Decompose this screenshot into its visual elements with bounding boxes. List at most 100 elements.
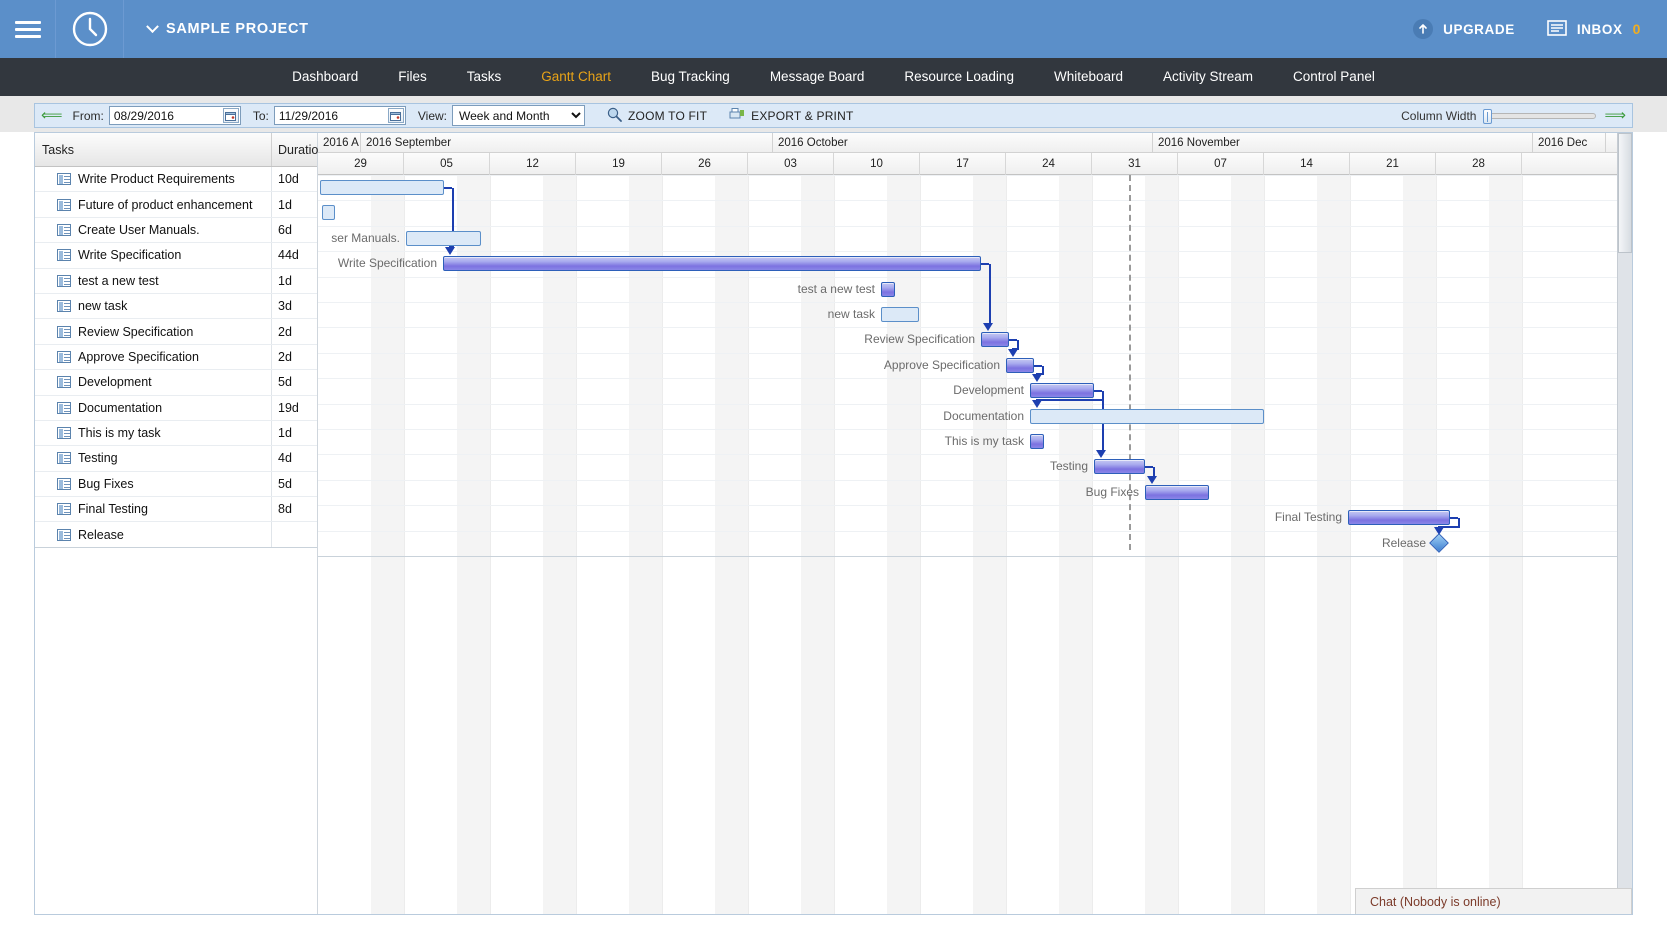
gantt-bar[interactable] [1030,434,1044,449]
timeline-column-band [371,175,404,914]
gantt-bar-label: test a new test [765,282,875,296]
timeline-week-cell: 26 [662,153,748,175]
timeline-week-header: 2905121926031017243107142128 [318,153,1632,175]
timeline-column-band [1059,175,1092,914]
task-document-icon [57,199,71,211]
gantt-bar-label: Approve Specification [855,358,1000,372]
timeline-column-line [1264,175,1265,914]
nav-item-gantt-chart[interactable]: Gantt Chart [521,58,631,96]
gantt-bar[interactable] [881,307,919,322]
menu-button[interactable] [0,0,56,58]
task-document-icon [57,224,71,236]
from-date-input[interactable] [109,106,241,125]
from-calendar-icon[interactable] [223,108,239,123]
column-header-tasks: Tasks [35,143,271,157]
to-calendar-icon[interactable] [388,108,404,123]
inbox-button[interactable]: INBOX 0 [1547,20,1641,39]
project-selector[interactable]: SAMPLE PROJECT [148,21,309,37]
to-date-input[interactable] [274,106,406,125]
timeline-month-cell: 2016 November [1153,133,1533,153]
vertical-scrollbar[interactable] [1617,133,1632,914]
nav-item-message-board[interactable]: Message Board [750,58,885,96]
nav-item-dashboard[interactable]: Dashboard [272,58,378,96]
nav-item-control-panel[interactable]: Control Panel [1273,58,1395,96]
task-name-label: Review Specification [78,325,193,339]
column-width-slider-handle[interactable] [1483,109,1492,124]
project-name: SAMPLE PROJECT [166,21,309,37]
table-row[interactable]: Documentation19d [35,396,317,421]
dependency-line [1094,390,1102,392]
view-select[interactable]: Week and MonthDay and WeekMonth and Year [452,105,585,126]
gantt-bar[interactable] [1030,383,1094,398]
chat-widget[interactable]: Chat (Nobody is online) [1355,888,1632,914]
gantt-bar[interactable] [1030,409,1264,424]
task-name-cell: Write Product Requirements [35,172,271,186]
timeline-week-cell: 21 [1350,153,1436,175]
task-document-icon [57,249,71,261]
task-name-label: Create User Manuals. [78,223,200,237]
back-arrow-icon[interactable]: ⟸ [41,108,63,123]
task-duration-cell: 8d [271,497,317,521]
gantt-row-separator [318,353,1632,354]
task-duration-cell: 2d [271,345,317,369]
task-document-icon [57,427,71,439]
nav-item-whiteboard[interactable]: Whiteboard [1034,58,1143,96]
nav-item-files[interactable]: Files [378,58,447,96]
gantt-bar[interactable] [320,180,444,195]
timeline-week-cell: 10 [834,153,920,175]
task-name-cell: Review Specification [35,325,271,339]
timeline-week-cell: 28 [1436,153,1522,175]
table-row[interactable]: test a new test1d [35,269,317,294]
nav-item-tasks[interactable]: Tasks [447,58,522,96]
timeline-week-cell: 31 [1092,153,1178,175]
inbox-icon [1547,20,1567,39]
table-row[interactable]: Write Product Requirements10d [35,167,317,192]
table-row[interactable]: Review Specification2d [35,319,317,344]
task-duration-cell: 3d [271,294,317,318]
table-row[interactable]: Write Specification44d [35,243,317,268]
table-row[interactable]: Final Testing8d [35,497,317,522]
task-document-icon [57,376,71,388]
gantt-bar[interactable] [406,231,481,246]
gantt-bar[interactable] [322,205,335,220]
gantt-bar[interactable] [1094,459,1145,474]
forward-arrow-icon[interactable]: ⟹ [1604,108,1626,123]
zoom-to-fit-button[interactable]: ZOOM TO FIT [607,107,707,125]
timeline-week-cell: 17 [920,153,1006,175]
table-row[interactable]: Approve Specification2d [35,345,317,370]
task-name-label: Future of product enhancement [78,198,252,212]
gantt-bar[interactable] [1145,485,1209,500]
column-width-slider[interactable] [1484,113,1596,119]
upgrade-arrow-icon [1413,19,1433,39]
nav-item-bug-tracking[interactable]: Bug Tracking [631,58,750,96]
export-print-button[interactable]: EXPORT & PRINT [729,107,853,124]
dependency-arrow-icon [1032,400,1042,408]
app-logo[interactable] [56,0,124,58]
task-document-icon [57,351,71,363]
task-document-icon [57,503,71,515]
table-row[interactable]: new task3d [35,294,317,319]
gantt-bar[interactable] [881,282,895,297]
gantt-main-panel: Tasks Duration Write Product Requirement… [34,132,1633,915]
gantt-bar[interactable] [443,256,981,271]
nav-item-activity-stream[interactable]: Activity Stream [1143,58,1273,96]
gantt-bar[interactable] [1348,510,1450,525]
scrollbar-thumb[interactable] [1618,133,1632,253]
table-row[interactable]: Development5d [35,370,317,395]
table-row[interactable]: Create User Manuals.6d [35,218,317,243]
gantt-rows-bottom-border [318,556,1632,557]
task-name-label: Testing [78,451,118,465]
upgrade-button[interactable]: UPGRADE [1413,19,1515,39]
table-row[interactable]: Bug Fixes5d [35,472,317,497]
gantt-bar[interactable] [981,332,1009,347]
table-row[interactable]: Testing4d [35,446,317,471]
table-row[interactable]: Future of product enhancement1d [35,192,317,217]
timeline-column-line [490,175,491,914]
export-print-label: EXPORT & PRINT [751,109,853,123]
gantt-row-separator [318,505,1632,506]
timeline-month-cell: 2016 September [361,133,773,153]
table-row[interactable]: Release [35,522,317,547]
nav-item-resource-loading[interactable]: Resource Loading [884,58,1034,96]
table-row[interactable]: This is my task1d [35,421,317,446]
gantt-bar[interactable] [1006,358,1034,373]
